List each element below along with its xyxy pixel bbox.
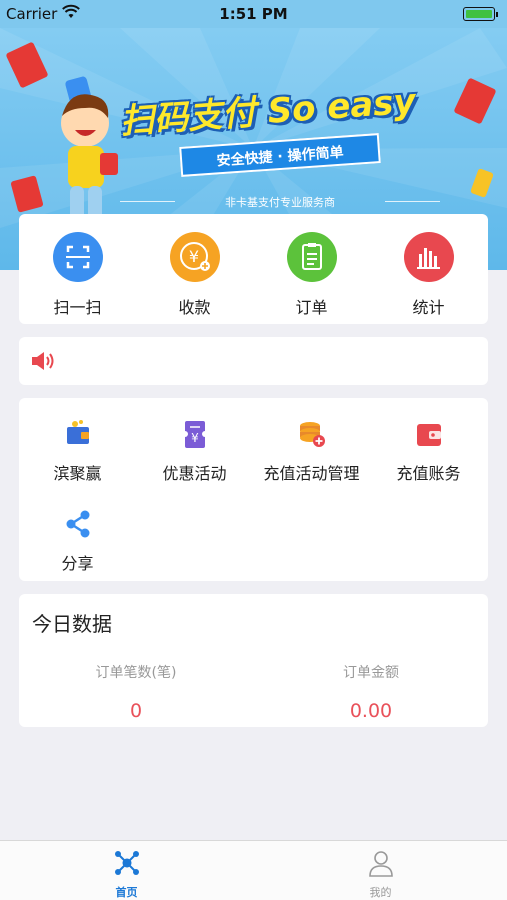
scan-icon — [52, 232, 103, 282]
bar-chart-icon — [403, 232, 454, 282]
order-amount-label: 订单金额 — [343, 665, 399, 681]
statistics-label: 统计 — [412, 298, 445, 317]
banner-subtitle: 非卡基支付专业服务商 — [120, 194, 440, 210]
order-count-stat[interactable]: 订单笔数(笔) 0 — [19, 662, 253, 722]
tab-bar: 首页 我的 — [0, 840, 507, 900]
tab-home-label: 首页 — [115, 886, 138, 899]
order-count-label: 订单笔数(笔) — [95, 665, 177, 681]
today-data-card: 今日数据 订单笔数(笔) 0 订单金额 0.00 — [19, 594, 488, 727]
quick-actions-card: 扫一扫 ¥ 收款 订单 统计 — [19, 214, 488, 324]
svg-text:¥: ¥ — [191, 431, 199, 445]
binjuying-label: 滨聚赢 — [53, 464, 102, 483]
recharge-accounts-button[interactable]: 充值账务 — [370, 418, 487, 484]
notice-bar[interactable] — [19, 337, 488, 385]
feature-menu-card: 滨聚赢 ¥ 优惠活动 充值活动管理 充值账务 分享 — [19, 398, 488, 581]
clock: 1:51 PM — [219, 5, 288, 23]
scan-button[interactable]: 扫一扫 — [19, 232, 136, 318]
order-count-value: 0 — [129, 700, 143, 722]
promotions-button[interactable]: ¥ 优惠活动 — [136, 418, 253, 484]
recharge-activity-label: 充值活动管理 — [263, 464, 360, 483]
statistics-button[interactable]: 统计 — [370, 232, 487, 318]
tab-mine-label: 我的 — [369, 886, 392, 899]
yuan-coin-icon: ¥ — [169, 232, 220, 282]
coin-stack-icon — [297, 418, 327, 450]
coupon-icon: ¥ — [180, 418, 210, 450]
scan-label: 扫一扫 — [53, 298, 102, 317]
share-icon — [63, 508, 93, 540]
today-data-title: 今日数据 — [32, 612, 112, 636]
status-bar: Carrier 1:51 PM — [0, 0, 507, 28]
recharge-activity-button[interactable]: 充值活动管理 — [253, 418, 370, 484]
collect-payment-button[interactable]: ¥ 收款 — [136, 232, 253, 318]
collect-payment-label: 收款 — [178, 298, 211, 317]
orders-button[interactable]: 订单 — [253, 232, 370, 318]
binjuying-button[interactable]: 滨聚赢 — [19, 418, 136, 484]
network-hub-icon — [114, 851, 139, 875]
svg-text:¥: ¥ — [188, 247, 198, 266]
clipboard-icon — [286, 232, 337, 282]
tab-mine[interactable]: 我的 — [254, 849, 507, 900]
share-button[interactable]: 分享 — [19, 508, 136, 574]
recharge-accounts-label: 充值账务 — [396, 464, 461, 483]
orders-label: 订单 — [295, 298, 328, 317]
order-amount-stat[interactable]: 订单金额 0.00 — [254, 662, 488, 722]
person-icon — [368, 851, 393, 877]
red-wallet-icon — [414, 418, 444, 450]
share-label: 分享 — [61, 554, 94, 573]
promotions-label: 优惠活动 — [162, 464, 227, 483]
tab-home[interactable]: 首页 — [0, 849, 253, 900]
order-amount-value: 0.00 — [349, 700, 393, 722]
wallet-icon — [63, 418, 93, 450]
battery-icon — [463, 7, 498, 21]
speaker-icon — [32, 352, 54, 370]
